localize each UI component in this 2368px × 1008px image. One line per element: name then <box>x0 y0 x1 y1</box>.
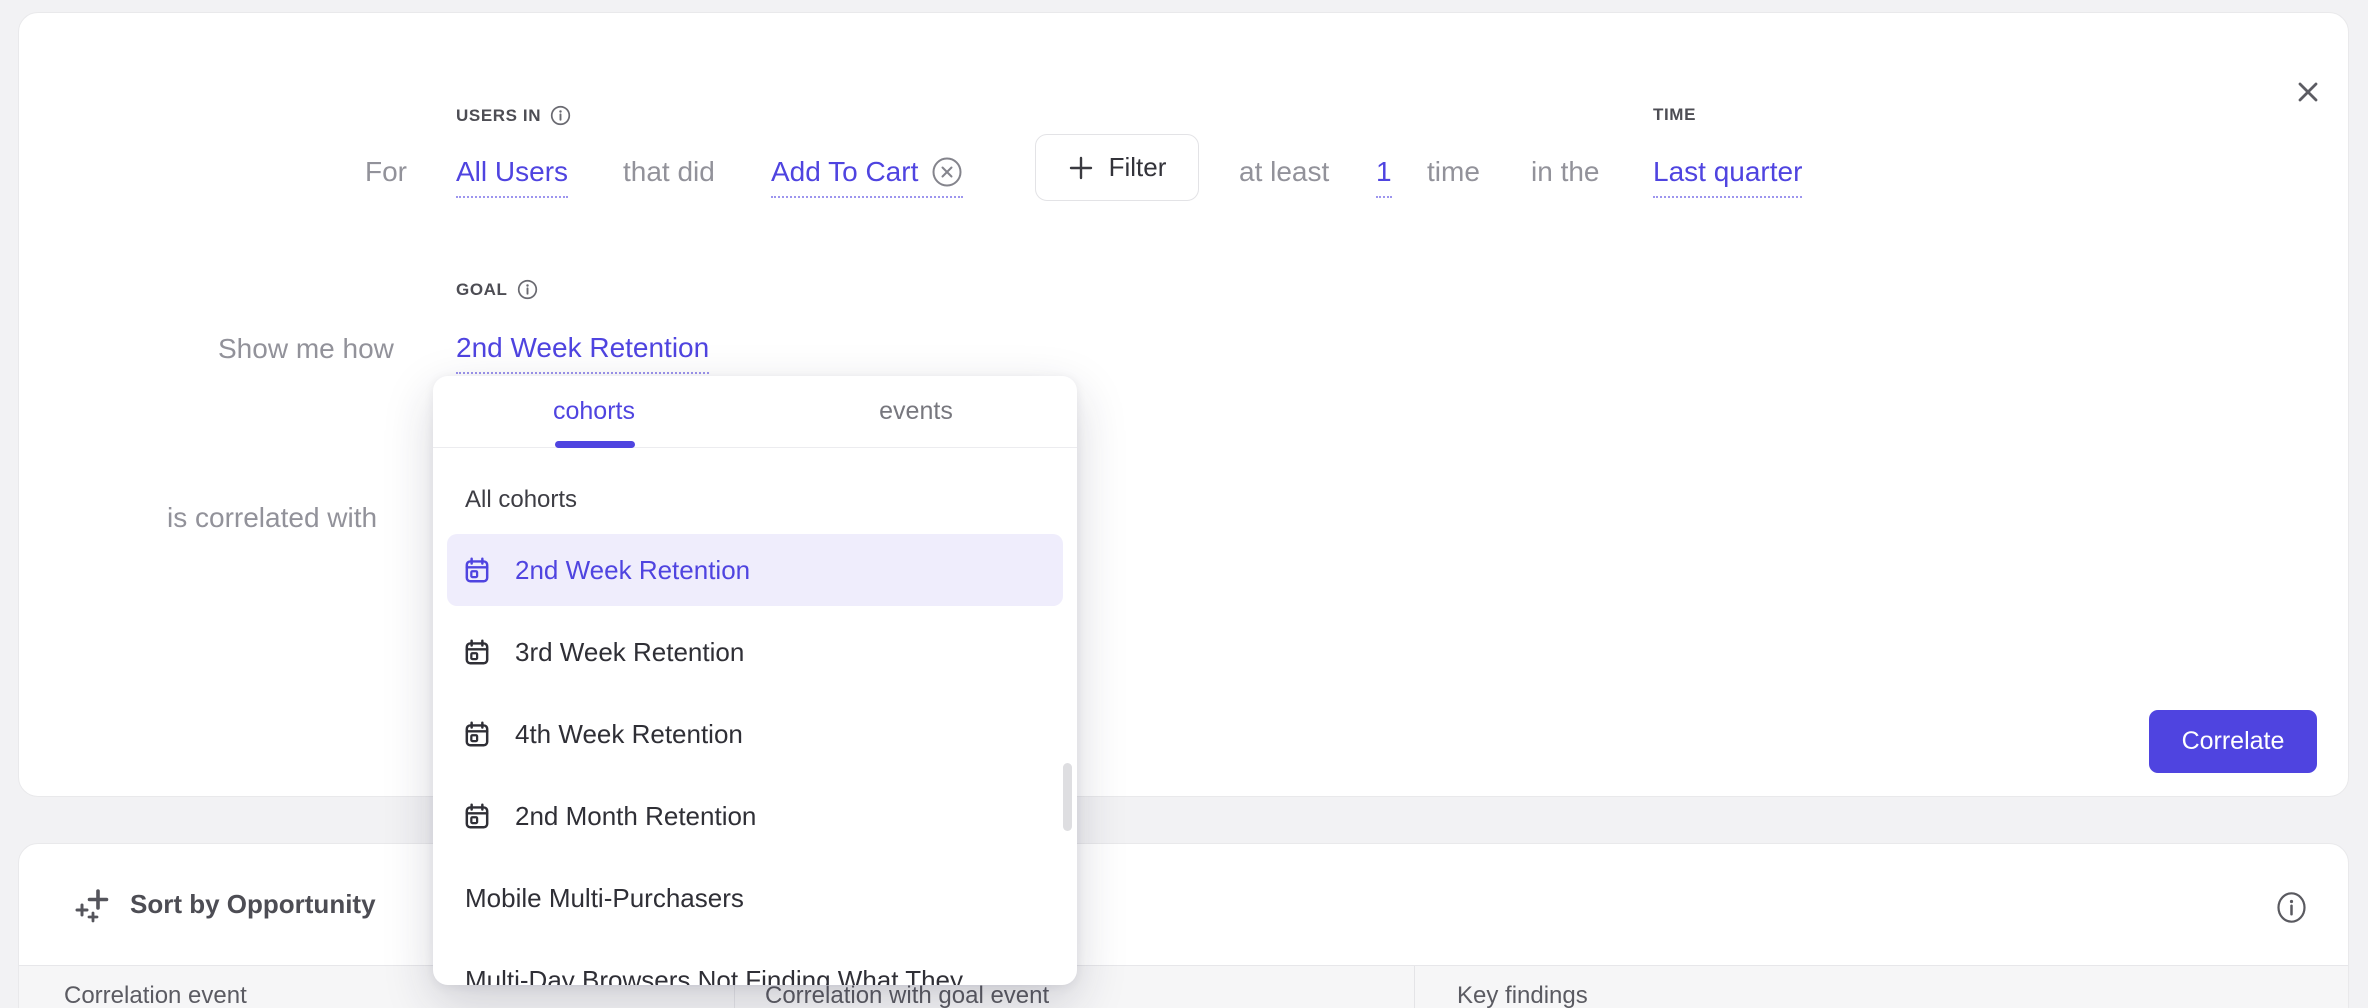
correlate-button[interactable]: Correlate <box>2149 710 2317 773</box>
calendar-icon <box>462 801 492 831</box>
list-item-cohort[interactable]: 4th Week Retention <box>447 698 1063 770</box>
cohort-event-dropdown: cohorts events All cohorts 2nd Week Rete… <box>433 376 1077 985</box>
that-did-text: that did <box>623 155 715 189</box>
event-selector-label: Add To Cart <box>771 155 918 189</box>
tab-cohorts[interactable]: cohorts <box>433 376 755 447</box>
active-tab-indicator <box>555 441 635 448</box>
dropdown-scrollbar[interactable] <box>1063 763 1072 831</box>
results-info-button[interactable] <box>2271 887 2311 927</box>
results-table-header-row: Correlation event Correlation with goal … <box>19 965 2348 1008</box>
cohort-selector[interactable]: All Users <box>456 155 568 198</box>
at-least-text: at least <box>1239 155 1329 189</box>
calendar-icon <box>462 637 492 667</box>
time-label-text: TIME <box>1653 105 1696 125</box>
show-me-how-text: Show me how <box>218 332 394 366</box>
cohort-list: 2nd Week Retention 3rd Week Retention <box>433 534 1077 985</box>
is-correlated-with-text: is correlated with <box>167 501 377 535</box>
dropdown-section-header: All cohorts <box>465 486 577 514</box>
sparkles-icon <box>74 885 112 923</box>
column-divider <box>1414 966 1415 1008</box>
list-item-cohort[interactable]: Mobile Multi-Purchasers <box>447 862 1063 934</box>
goal-label: GOAL <box>456 279 538 300</box>
list-item-cohort[interactable]: Multi-Day Browsers Not Finding What They <box>447 944 1063 985</box>
sort-by-opportunity-button[interactable]: Sort by Opportunity <box>74 885 376 923</box>
query-builder-card: USERS IN For All Users that did Add To C… <box>18 12 2349 797</box>
for-text: For <box>365 155 407 189</box>
goal-label-text: GOAL <box>456 280 508 300</box>
calendar-icon <box>462 719 492 749</box>
info-icon[interactable] <box>550 105 571 126</box>
list-item-cohort[interactable]: 3rd Week Retention <box>447 616 1063 688</box>
add-filter-label: Filter <box>1109 152 1167 183</box>
list-item-cohort[interactable]: 2nd Week Retention <box>447 534 1063 606</box>
time-label: TIME <box>1653 105 1696 125</box>
info-icon <box>2276 891 2307 924</box>
list-item-label: 2nd Month Retention <box>515 801 756 832</box>
info-icon[interactable] <box>517 279 538 300</box>
list-item-cohort[interactable]: 2nd Month Retention <box>447 780 1063 852</box>
add-filter-button[interactable]: Filter <box>1035 134 1199 201</box>
count-selector[interactable]: 1 <box>1376 155 1392 198</box>
in-the-text: in the <box>1531 155 1600 189</box>
correlate-screen: USERS IN For All Users that did Add To C… <box>0 0 2368 1008</box>
dropdown-tabs: cohorts events <box>433 376 1077 448</box>
calendar-icon <box>462 555 492 585</box>
goal-selector[interactable]: 2nd Week Retention <box>456 331 709 374</box>
plus-icon <box>1068 155 1094 181</box>
list-item-label: 2nd Week Retention <box>515 555 750 586</box>
time-range-selector[interactable]: Last quarter <box>1653 155 1802 198</box>
list-item-label: Mobile Multi-Purchasers <box>465 883 744 914</box>
column-header-key-findings: Key findings <box>1457 982 1588 1008</box>
list-item-label: 3rd Week Retention <box>515 637 744 668</box>
users-in-label-text: USERS IN <box>456 106 541 126</box>
time-unit-text: time <box>1427 155 1480 189</box>
column-header-correlation-event: Correlation event <box>64 982 247 1008</box>
remove-event-icon[interactable] <box>931 156 963 188</box>
list-item-label: 4th Week Retention <box>515 719 743 750</box>
column-header-correlation-with-goal-event: Correlation with goal event <box>765 982 1049 1008</box>
sort-by-opportunity-label: Sort by Opportunity <box>130 889 376 920</box>
close-button[interactable] <box>2281 65 2335 119</box>
close-icon <box>2291 75 2325 109</box>
list-item-label: Multi-Day Browsers Not Finding What They <box>465 965 963 986</box>
tab-events[interactable]: events <box>755 376 1077 447</box>
users-in-label: USERS IN <box>456 105 571 126</box>
results-card: Sort by Opportunity Correlation event Co… <box>18 843 2349 1008</box>
event-selector[interactable]: Add To Cart <box>771 155 963 198</box>
